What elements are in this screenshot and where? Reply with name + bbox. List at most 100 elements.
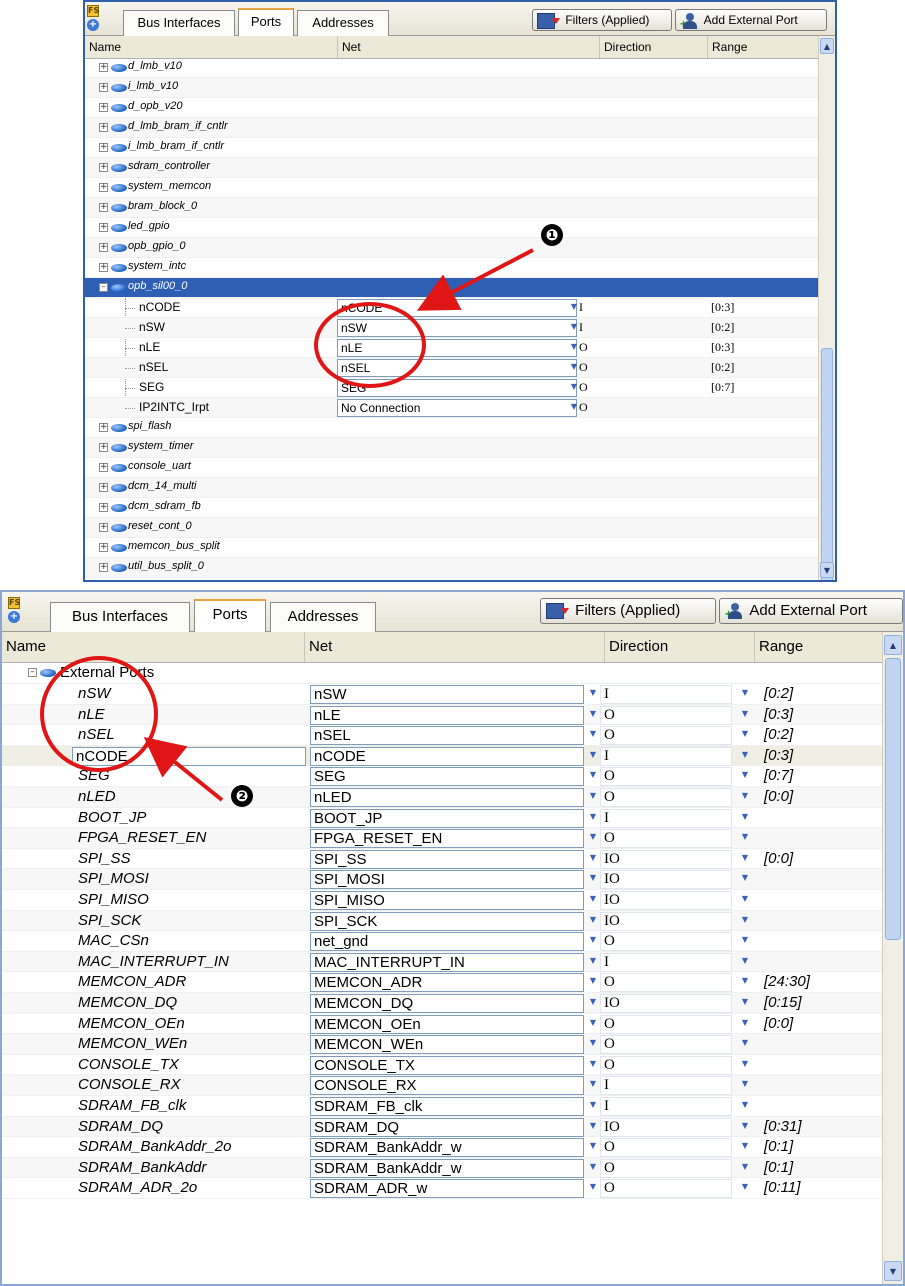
chevron-down-icon[interactable]: ▼ — [588, 894, 598, 903]
net-select[interactable]: SEG — [310, 767, 584, 787]
tab-ports[interactable]: Ports — [238, 8, 294, 36]
scroll-thumb[interactable] — [821, 348, 833, 580]
tab-bus-interfaces[interactable]: Bus Interfaces — [50, 602, 190, 632]
chevron-down-icon[interactable]: ▼ — [740, 873, 750, 882]
net-select[interactable]: nSW — [310, 685, 584, 704]
net-select[interactable]: nSEL — [310, 726, 584, 746]
external-port-row[interactable]: SPI_MOSI SPI_MOSI ▼ IO ▼ — [2, 869, 883, 890]
chevron-down-icon[interactable]: ▼ — [740, 1141, 750, 1150]
net-select[interactable]: SPI_MOSI — [310, 870, 584, 890]
chevron-down-icon[interactable]: ▼ — [588, 791, 598, 800]
external-port-row[interactable]: SDRAM_DQ SDRAM_DQ ▼ IO ▼ [0:31] — [2, 1116, 883, 1138]
collapse-icon[interactable]: – — [99, 283, 108, 292]
port-row[interactable]: nCODE nCODE ▼ I [0:3] — [85, 298, 819, 318]
direction-select[interactable]: I — [600, 808, 732, 828]
instance-row[interactable]: + d_lmb_bram_if_cntlr — [85, 118, 819, 138]
expand-icon[interactable]: + — [99, 163, 108, 172]
chevron-down-icon[interactable]: ▼ — [588, 853, 598, 862]
chevron-down-icon[interactable]: ▼ — [569, 362, 579, 371]
vertical-scrollbar[interactable]: ▲ ▼ — [882, 632, 903, 1284]
net-select[interactable]: nLE — [310, 705, 584, 725]
direction-select[interactable]: I — [600, 746, 732, 766]
chevron-down-icon[interactable]: ▼ — [588, 935, 598, 944]
chevron-down-icon[interactable]: ▼ — [569, 342, 579, 351]
instance-row[interactable]: + d_lmb_v10 — [85, 58, 819, 78]
port-row[interactable]: SEG SEG ▼ O [0:7] — [85, 378, 819, 398]
scroll-up-button[interactable]: ▲ — [820, 38, 834, 54]
instance-row[interactable]: + d_opb_v20 — [85, 98, 819, 118]
expand-icon[interactable]: + — [99, 223, 108, 232]
chevron-down-icon[interactable]: ▼ — [740, 750, 750, 759]
expand-icon[interactable]: + — [99, 423, 108, 432]
external-port-row[interactable]: MAC_CSn net_gnd ▼ O ▼ — [2, 931, 883, 952]
direction-select[interactable]: IO — [600, 849, 732, 869]
net-select[interactable]: SDRAM_DQ — [310, 1117, 584, 1137]
chevron-down-icon[interactable]: ▼ — [588, 729, 598, 738]
chevron-down-icon[interactable]: ▼ — [740, 935, 750, 944]
direction-select[interactable]: IO — [600, 870, 732, 890]
net-select[interactable]: SDRAM_ADR_w — [310, 1179, 584, 1199]
expand-icon[interactable]: + — [99, 123, 108, 132]
chevron-down-icon[interactable]: ▼ — [740, 709, 750, 718]
chevron-down-icon[interactable]: ▼ — [588, 770, 598, 779]
instance-row[interactable]: + memcon_bus_split — [85, 538, 819, 558]
chevron-down-icon[interactable]: ▼ — [588, 688, 598, 697]
direction-select[interactable]: O — [600, 1014, 732, 1034]
net-select[interactable]: net_gnd — [310, 932, 584, 952]
chevron-down-icon[interactable]: ▼ — [740, 1162, 750, 1171]
net-select[interactable]: SPI_MISO — [310, 891, 584, 910]
external-port-row[interactable]: SEG SEG ▼ O ▼ [0:7] — [2, 766, 883, 787]
chevron-down-icon[interactable]: ▼ — [588, 1079, 598, 1088]
chevron-down-icon[interactable]: ▼ — [569, 402, 579, 411]
direction-select[interactable]: O — [600, 788, 732, 807]
chevron-down-icon[interactable]: ▼ — [740, 1059, 750, 1068]
instance-row[interactable]: + dcm_14_multi — [85, 478, 819, 498]
net-select[interactable]: MAC_INTERRUPT_IN — [310, 952, 584, 972]
chevron-down-icon[interactable]: ▼ — [740, 1079, 750, 1088]
chevron-down-icon[interactable]: ▼ — [588, 1182, 598, 1191]
expand-icon[interactable]: + — [99, 83, 108, 92]
tab-ports[interactable]: Ports — [194, 599, 266, 632]
chevron-down-icon[interactable]: ▼ — [569, 302, 579, 311]
chevron-down-icon[interactable]: ▼ — [588, 1100, 598, 1109]
instance-row[interactable]: + dcm_sdram_fb — [85, 498, 819, 518]
vertical-scrollbar[interactable]: ▲ ▼ — [818, 36, 835, 580]
net-select[interactable]: FPGA_RESET_EN — [310, 829, 584, 849]
direction-select[interactable]: O — [600, 973, 732, 993]
direction-select[interactable]: O — [600, 705, 732, 725]
port-row[interactable]: nSW nSW ▼ I [0:2] — [85, 318, 819, 338]
direction-select[interactable]: IO — [600, 891, 732, 910]
chevron-down-icon[interactable]: ▼ — [588, 956, 598, 965]
instance-row[interactable]: + console_uart — [85, 458, 819, 478]
chevron-down-icon[interactable]: ▼ — [740, 688, 750, 697]
expand-icon[interactable]: + — [99, 523, 108, 532]
instance-row[interactable]: + util_bus_split_0 — [85, 558, 819, 578]
chevron-down-icon[interactable]: ▼ — [740, 812, 750, 821]
net-select[interactable]: MEMCON_WEn — [310, 1035, 584, 1055]
column-name[interactable]: Name — [2, 632, 304, 662]
net-select[interactable]: CONSOLE_TX — [310, 1055, 584, 1075]
net-select[interactable]: nCODE — [310, 746, 584, 766]
net-select[interactable]: nLED — [310, 788, 584, 807]
direction-select[interactable]: O — [600, 932, 732, 952]
external-port-row[interactable]: FPGA_RESET_EN FPGA_RESET_EN ▼ O ▼ — [2, 828, 883, 849]
instance-row[interactable]: + i_lmb_bram_if_cntlr — [85, 138, 819, 158]
chevron-down-icon[interactable]: ▼ — [588, 915, 598, 924]
chevron-down-icon[interactable]: ▼ — [740, 894, 750, 903]
column-net[interactable]: Net — [304, 632, 604, 662]
port-row[interactable]: nLE nLE ▼ O [0:3] — [85, 338, 819, 358]
expand-icon[interactable]: + — [99, 183, 108, 192]
tab-addresses[interactable]: Addresses — [297, 10, 389, 36]
external-port-row[interactable]: MAC_INTERRUPT_IN MAC_INTERRUPT_IN ▼ I ▼ — [2, 951, 883, 973]
chevron-down-icon[interactable]: ▼ — [740, 997, 750, 1006]
column-range[interactable]: Range — [707, 36, 819, 58]
scroll-down-button[interactable]: ▼ — [820, 562, 834, 578]
net-select[interactable]: SDRAM_BankAddr_w — [310, 1138, 584, 1158]
chevron-down-icon[interactable]: ▼ — [740, 956, 750, 965]
net-select[interactable]: SPI_SCK — [310, 911, 584, 931]
chevron-down-icon[interactable]: ▼ — [740, 791, 750, 800]
direction-select[interactable]: I — [600, 685, 732, 704]
chevron-down-icon[interactable]: ▼ — [740, 1018, 750, 1027]
instance-row[interactable]: + led_gpio — [85, 218, 819, 238]
external-port-row[interactable]: BOOT_JP BOOT_JP ▼ I ▼ — [2, 808, 883, 829]
